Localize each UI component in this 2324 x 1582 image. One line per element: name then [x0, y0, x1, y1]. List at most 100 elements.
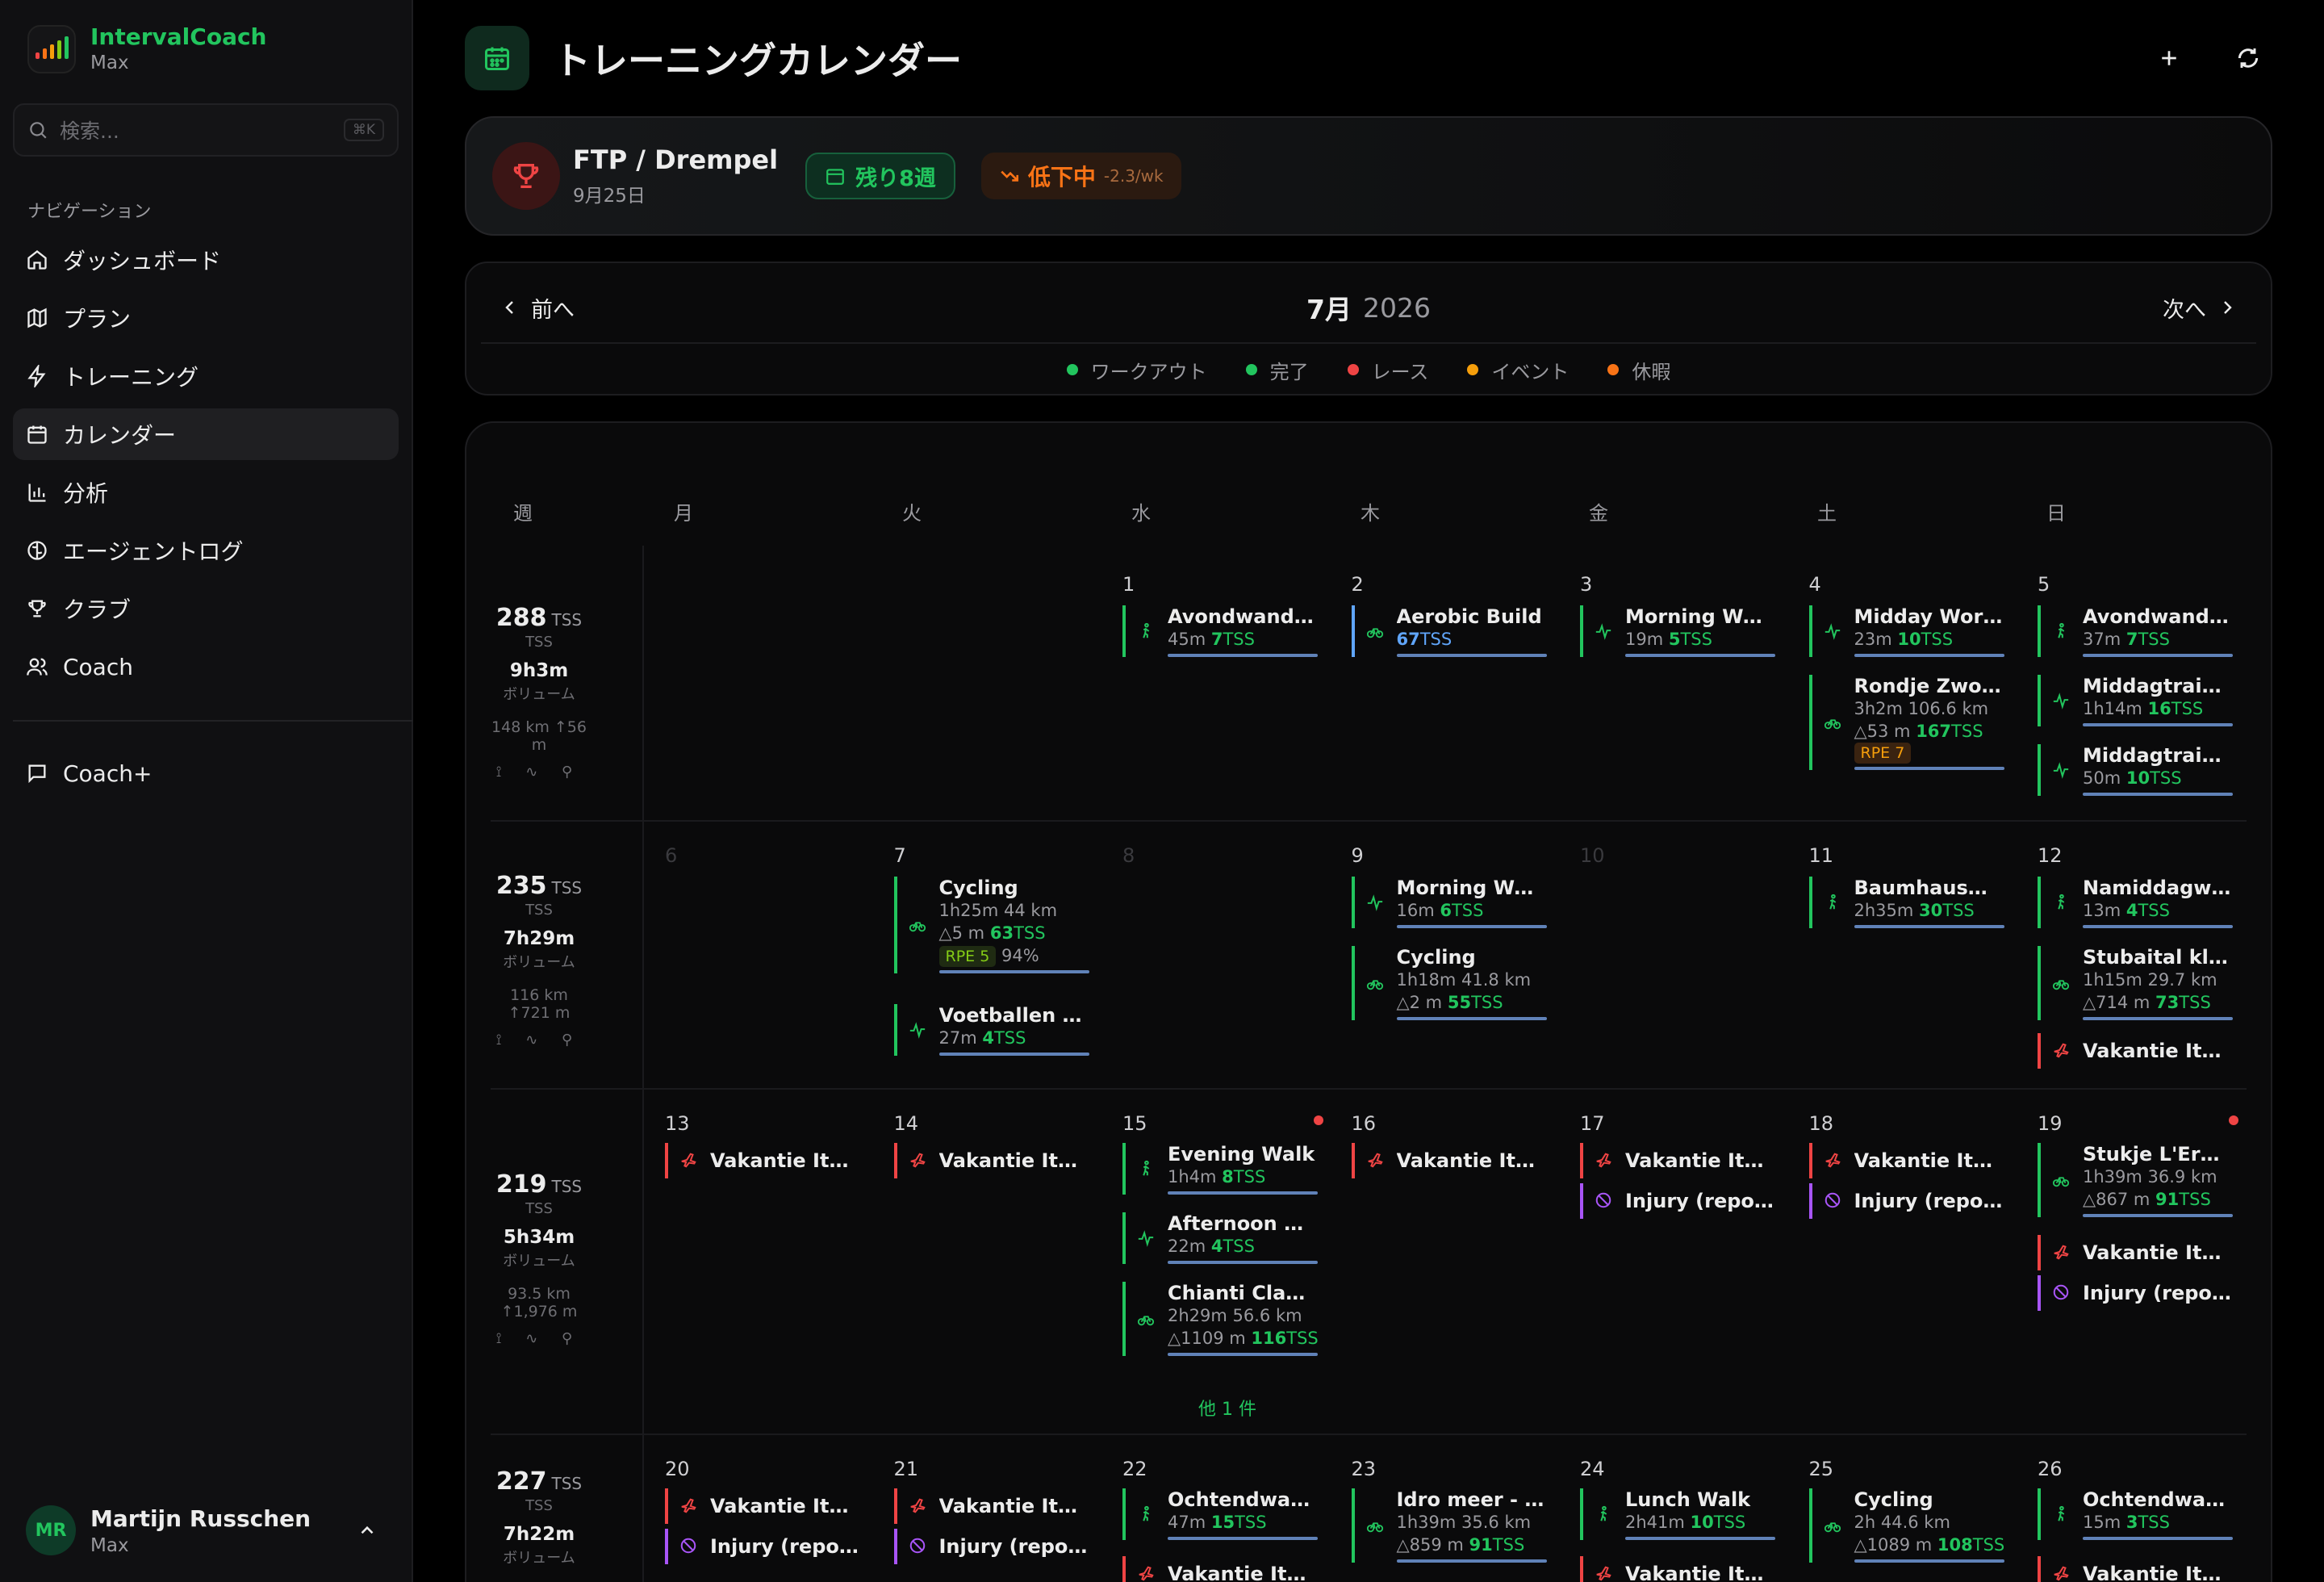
- nav-item-agent-log[interactable]: エージェントログ: [13, 525, 399, 576]
- calendar-event[interactable]: Cycling 1h18m 41.8 km △2 m 55TSS: [1351, 946, 1547, 1020]
- calendar-event[interactable]: Middagtraining50m 10TSS: [2038, 744, 2233, 796]
- heart-rate-icon: [2052, 761, 2070, 779]
- event-progress-bar: [2083, 793, 2233, 796]
- calendar-event[interactable]: Cycling 2h 44.6 km △1089 m 108TSS: [1808, 1488, 2004, 1563]
- event-duration: 22m: [1168, 1237, 1211, 1256]
- calendar-event[interactable]: Afternoon Wor...22m 4TSS: [1122, 1212, 1318, 1264]
- legend-label: 完了: [1269, 360, 1309, 383]
- plane-icon: [1595, 1151, 1612, 1169]
- event-progress-bar: [1854, 654, 2004, 657]
- app-logo-icon: [27, 25, 76, 73]
- calendar-event[interactable]: Morning Worko...19m 5TSS: [1580, 605, 1775, 657]
- calendar-event[interactable]: Idro meer - Ro... 1h39m 35.6 km △859 m 91T…: [1351, 1488, 1547, 1563]
- calendar-event[interactable]: Vakantie Italie: [1808, 1143, 2003, 1178]
- day-number: 21: [893, 1458, 919, 1480]
- week-tss: 227 TSS: [491, 1467, 587, 1496]
- calendar-event[interactable]: Midday Workout23m 10TSS: [1808, 605, 2004, 657]
- calendar-event[interactable]: Avondwandeling45m 7TSS: [1122, 605, 1318, 657]
- refresh-button[interactable]: [2224, 34, 2272, 82]
- event-meta: 27m 4TSS: [939, 1027, 1088, 1049]
- goal-card[interactable]: FTP / Drempel 9月25日 残り8週 低下中 -2.3/wk: [465, 116, 2272, 236]
- calendar-event[interactable]: Vakantie Italie: [1351, 1143, 1545, 1178]
- legend-label: ワークアウト: [1090, 360, 1207, 383]
- plane-icon: [2052, 1041, 2070, 1059]
- message-icon: [28, 764, 46, 784]
- event-progress-bar: [1168, 1353, 1318, 1356]
- calendar-event[interactable]: Stukje L'Eroica 1h39m 36.9 km △867 m 91TSS: [2038, 1143, 2233, 1217]
- calendar-event[interactable]: Injury (reported...: [1808, 1183, 2003, 1219]
- week-tss-value: 288: [495, 604, 547, 632]
- calendar-event[interactable]: Lunch Walk 2h41m 10TSS: [1580, 1488, 1775, 1540]
- event-tss-unit: TSS: [1951, 722, 1983, 741]
- calendar-event[interactable]: Evening Walk 1h4m 8TSS: [1122, 1143, 1318, 1195]
- race-dot: [2229, 1115, 2238, 1125]
- calendar-event[interactable]: Chianti Classico 2h29m 56.6 km △1109 m 116…: [1122, 1282, 1319, 1356]
- legend-label: レース: [1371, 360, 1429, 383]
- calendar-event[interactable]: Vakantie Italie: [2038, 1235, 2231, 1270]
- user-menu[interactable]: MR Martijn Russchen Max: [13, 1485, 399, 1576]
- calendar-event[interactable]: Vakantie Italie: [1580, 1556, 1774, 1582]
- nav-item-coach-plus[interactable]: Coach+: [13, 747, 399, 799]
- calendar-event[interactable]: Vakantie Italie: [665, 1143, 859, 1178]
- nav-item-training[interactable]: トレーニング: [13, 350, 399, 402]
- app-name: IntervalCoach: [90, 23, 267, 50]
- calendar-event[interactable]: Middagtraining1h14m 16TSS: [2038, 675, 2233, 726]
- calendar-event[interactable]: Vakantie Italie: [1122, 1556, 1316, 1582]
- nav-label: 分析: [63, 480, 109, 507]
- calendar-event[interactable]: Namiddagwan...13m 4TSS: [2038, 877, 2233, 928]
- nav-item-calendar[interactable]: カレンダー: [13, 408, 399, 460]
- day-number: 1: [1122, 573, 1135, 596]
- nav-item-analysis[interactable]: 分析: [13, 467, 399, 518]
- event-duration: 19m: [1625, 630, 1669, 649]
- calendar-event[interactable]: Avondwandeling37m 7TSS: [2038, 605, 2233, 657]
- calendar-event[interactable]: Ochtendwande...47m 15TSS: [1122, 1488, 1318, 1540]
- event-tss-unit: TSS: [1680, 630, 1712, 649]
- nav-item-dashboard[interactable]: ダッシュボード: [13, 234, 399, 286]
- calendar-event[interactable]: Vakantie Italie: [1580, 1143, 1774, 1178]
- more-events-link[interactable]: 他 1 件: [1198, 1395, 1256, 1421]
- calendar-event[interactable]: Ochtendwande...15m 3TSS: [2038, 1488, 2233, 1540]
- weeks-remaining-badge: 残り8週: [805, 153, 955, 199]
- calendar-event[interactable]: Voetballen in d...27m 4TSS: [893, 1004, 1089, 1056]
- brand[interactable]: IntervalCoach Max: [27, 23, 267, 76]
- brain-icon: [27, 541, 47, 560]
- calendar-event[interactable]: Baumhausweg 2h35m 30TSS: [1808, 877, 2004, 928]
- plane-icon: [679, 1151, 697, 1169]
- nav-item-coach[interactable]: Coach: [13, 641, 399, 693]
- event-meta: 1h18m 41.8 km: [1397, 969, 1545, 991]
- event-meta: 2h29m 56.6 km: [1168, 1304, 1316, 1327]
- calendar-event[interactable]: Vakantie Italie: [2038, 1033, 2231, 1069]
- week-volume-label: ボリューム: [503, 1550, 575, 1567]
- calendar-event[interactable]: Rondje Zwolle ... 3h2m 106.6 km △53 m 167T…: [1808, 675, 2004, 770]
- calendar-event[interactable]: Vakantie Italie: [665, 1488, 859, 1524]
- calendar-event[interactable]: Injury (reported...: [665, 1529, 859, 1564]
- week-tss-value: 219: [495, 1170, 547, 1199]
- next-month-button[interactable]: 次へ: [2163, 287, 2237, 328]
- week-summary: 235 TSS TSS 7h29m ボリューム 116 km ↑721 m ⟟ ∿ ⚲: [491, 872, 587, 1048]
- trend-label: 低下中: [1027, 164, 1096, 190]
- search-input[interactable]: 検索... ⌘K: [13, 103, 399, 157]
- walk-icon: [1824, 894, 1841, 911]
- calendar-event[interactable]: Morning Worko...16m 6TSS: [1351, 877, 1547, 928]
- calendar-event[interactable]: Stubaital klim ...1h15m 29.7 km△714 m 73…: [2038, 946, 2233, 1020]
- event-progress-bar: [2083, 925, 2233, 928]
- event-tss: 108: [1937, 1535, 1973, 1555]
- calendar-event[interactable]: Vakantie Italie: [893, 1488, 1088, 1524]
- calendar-event[interactable]: Vakantie Italie: [2038, 1556, 2231, 1582]
- calendar-event[interactable]: Injury (reported...: [893, 1529, 1088, 1564]
- calendar-event[interactable]: Vakantie Italie: [893, 1143, 1088, 1178]
- event-progress-bar: [1396, 654, 1547, 657]
- plane-icon: [679, 1496, 697, 1514]
- event-title: Afternoon Wor...: [1168, 1212, 1316, 1235]
- calendar-event[interactable]: Injury (reported...: [2038, 1275, 2231, 1311]
- calendar-event[interactable]: Aerobic Build 67TSS: [1351, 605, 1547, 657]
- calendar-event[interactable]: Injury (reported...: [1580, 1183, 1774, 1219]
- calendar-event[interactable]: Cycling 1h25m 44 km △5 m 63TSS RPE 5 94%: [893, 877, 1089, 973]
- nav-item-club[interactable]: クラブ: [13, 583, 399, 634]
- nav-item-plan[interactable]: プラン: [13, 292, 399, 344]
- add-button[interactable]: [2145, 34, 2193, 82]
- event-title: Avondwandeling: [2083, 605, 2231, 628]
- event-meta: 1h14m 16TSS: [2083, 697, 2231, 720]
- event-meta: 23m 10TSS: [1854, 628, 2003, 651]
- weekday-header: 金: [1589, 502, 1608, 525]
